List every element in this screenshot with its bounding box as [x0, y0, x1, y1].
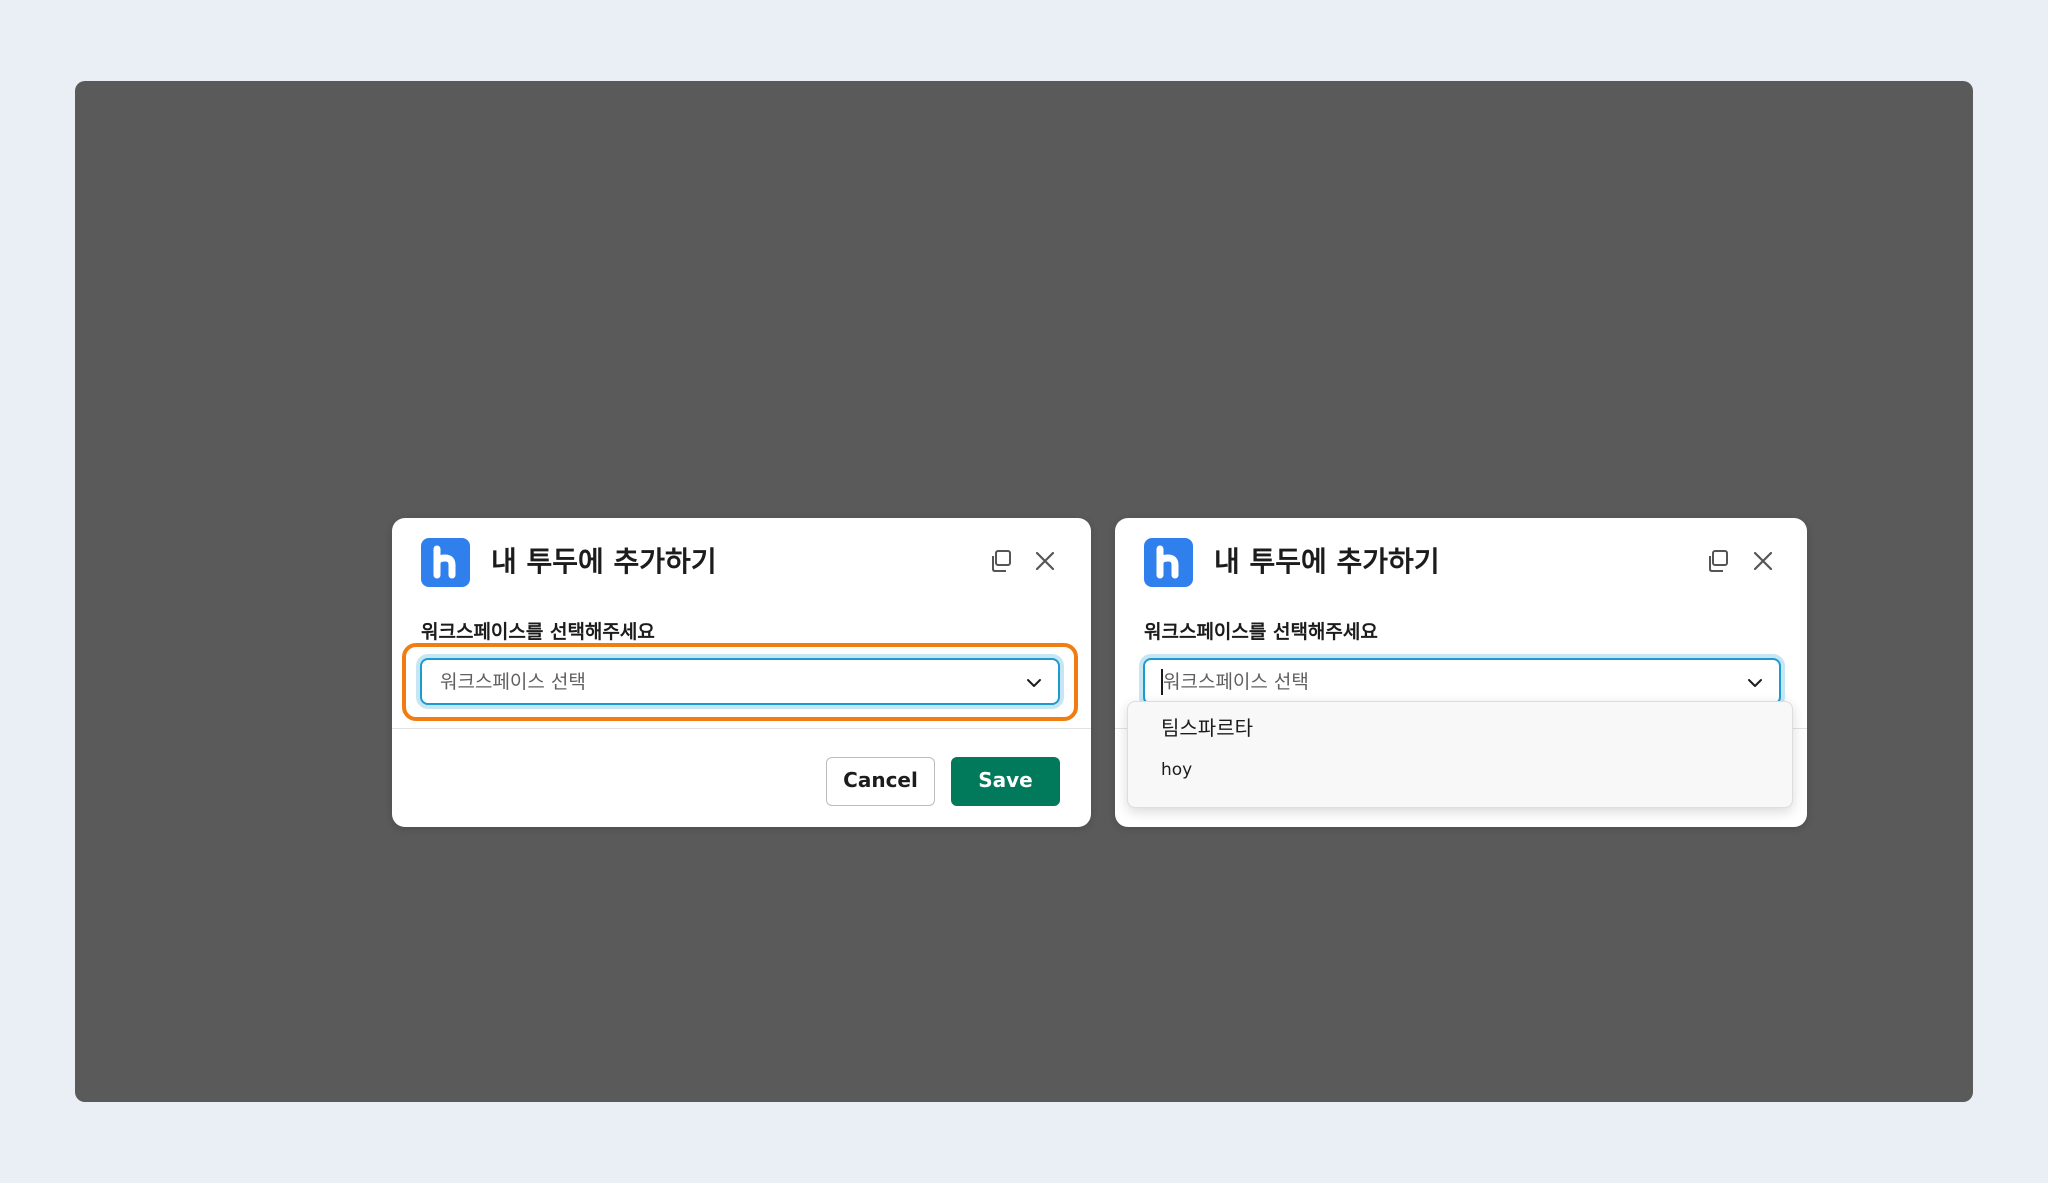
workspace-field-label: 워크스페이스를 선택해주세요 [421, 621, 655, 643]
app-logo-icon [421, 538, 470, 587]
workspace-field-label: 워크스페이스를 선택해주세요 [1144, 621, 1378, 643]
modal-title: 내 투두에 추가하기 [491, 545, 717, 578]
workspace-select[interactable]: 워크스페이스 선택 [1143, 658, 1781, 705]
add-todo-modal-open: 내 투두에 추가하기 워크스페이스를 선택해주세요 워크스페이스 선택 팀스파르… [1115, 518, 1807, 827]
chevron-down-icon [1027, 679, 1041, 687]
copy-icon[interactable] [987, 547, 1015, 575]
workspace-dropdown-menu: 팀스파르타 hoy [1127, 701, 1793, 808]
screenshot-stage: 내 투두에 추가하기 워크스페이스를 선택해주세요 워크스페이스 선택 Canc… [75, 81, 1973, 1102]
close-icon[interactable] [1749, 547, 1777, 575]
save-button[interactable]: Save [951, 757, 1060, 806]
close-icon[interactable] [1031, 547, 1059, 575]
dropdown-option[interactable]: 팀스파르타 [1128, 708, 1792, 748]
dropdown-option[interactable]: hoy [1128, 752, 1792, 792]
modal-title: 내 투두에 추가하기 [1214, 545, 1440, 578]
cancel-button[interactable]: Cancel [826, 757, 935, 806]
app-logo-icon [1144, 538, 1193, 587]
workspace-select-placeholder: 워크스페이스 선택 [440, 671, 586, 693]
copy-icon[interactable] [1704, 547, 1732, 575]
footer-divider [392, 728, 1091, 729]
add-todo-modal: 내 투두에 추가하기 워크스페이스를 선택해주세요 워크스페이스 선택 Canc… [392, 518, 1091, 827]
workspace-select-placeholder: 워크스페이스 선택 [1163, 671, 1309, 693]
workspace-select[interactable]: 워크스페이스 선택 [420, 658, 1060, 705]
chevron-down-icon [1748, 679, 1762, 687]
